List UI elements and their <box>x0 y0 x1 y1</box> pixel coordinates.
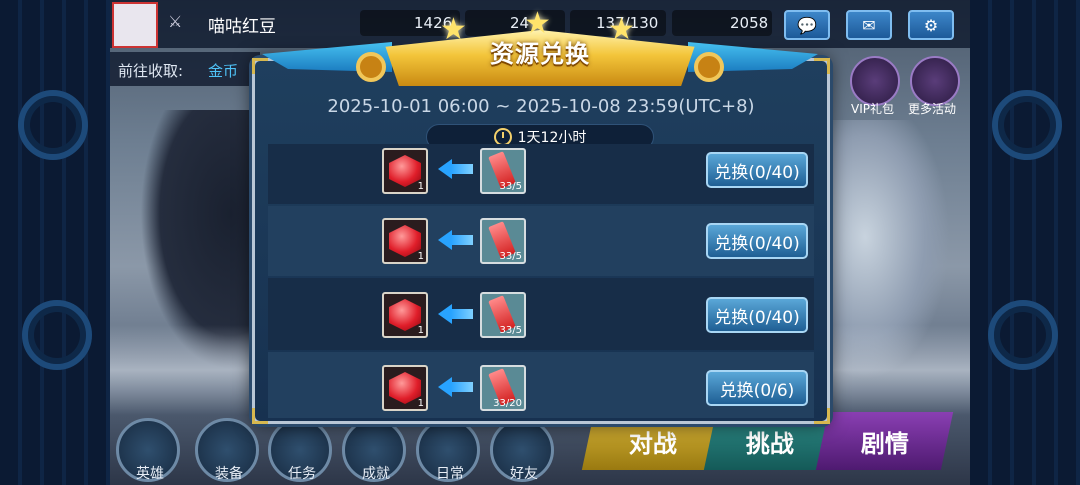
exchange-row: 1 33/5 兑换(0/40) <box>268 206 814 276</box>
dialog-title-banner: ★ ★ ★ 资源兑换 <box>262 6 818 100</box>
circuit-ring-decor <box>22 300 92 370</box>
cost-item[interactable]: 33/20 <box>480 365 526 411</box>
vip-gift-label: VIP礼包 <box>851 102 894 116</box>
reward-qty: 1 <box>417 398 424 409</box>
rank-wings-icon: ⚔ <box>168 12 183 31</box>
corner-decor <box>814 408 830 424</box>
nav-achievement-label: 成就 <box>362 466 390 482</box>
circuit-ring-decor <box>992 90 1062 160</box>
arrow-left-icon <box>438 230 474 250</box>
reward-qty: 1 <box>417 251 424 262</box>
red-gem-item[interactable]: 1 <box>382 218 428 264</box>
goto-collect-label: 前往收取: <box>118 62 184 80</box>
nav-friends-label: 好友 <box>510 466 538 482</box>
cost-qty: 33/20 <box>493 398 522 409</box>
exchange-button[interactable]: 兑换(0/40) <box>706 223 808 259</box>
exchange-row: 1 33/5 兑换(0/40) <box>268 278 814 350</box>
arrow-left-icon <box>438 377 474 397</box>
circuit-ring-decor <box>18 90 88 160</box>
exchange-row: 1 33/20 兑换(0/6) <box>268 352 814 418</box>
reward-qty: 1 <box>417 181 424 192</box>
nav-hero-label: 英雄 <box>136 466 164 482</box>
arrow-left-icon <box>438 304 474 324</box>
mail-button[interactable]: ✉ <box>846 10 892 40</box>
exchange-button[interactable]: 兑换(0/40) <box>706 297 808 333</box>
nav-quest-label: 任务 <box>288 466 316 482</box>
mail-icon: ✉ <box>862 15 876 35</box>
more-events-label: 更多活动 <box>908 102 957 116</box>
arrow-left-icon <box>438 159 474 179</box>
goto-collect-link[interactable]: 金币 <box>208 60 238 81</box>
red-gem-icon <box>389 155 421 187</box>
fight-label: 对战 <box>629 429 677 458</box>
nav-daily-label: 日常 <box>436 466 464 482</box>
left-decor-panel <box>0 0 110 485</box>
more-events-button[interactable] <box>910 56 960 106</box>
challenge-label: 挑战 <box>746 429 794 458</box>
cost-item[interactable]: 33/5 <box>480 292 526 338</box>
cost-qty: 33/5 <box>499 181 522 192</box>
exchange-button[interactable]: 兑换(0/6) <box>706 370 808 406</box>
settings-button[interactable]: ⚙ <box>908 10 954 40</box>
red-gem-item[interactable]: 1 <box>382 365 428 411</box>
corner-decor <box>252 408 268 424</box>
right-decor-panel <box>970 0 1080 485</box>
red-gem-icon <box>389 225 421 257</box>
reward-qty: 1 <box>417 325 424 336</box>
nav-equipment-label: 装备 <box>215 466 243 482</box>
cost-item[interactable]: 33/5 <box>480 148 526 194</box>
gear-icon: ⚙ <box>923 15 939 35</box>
red-gem-item[interactable]: 1 <box>382 148 428 194</box>
circuit-ring-decor <box>988 300 1058 370</box>
red-gem-icon <box>389 372 421 404</box>
dialog-title: 资源兑换 <box>490 40 590 68</box>
cost-qty: 33/5 <box>499 325 522 336</box>
cost-qty: 33/5 <box>499 251 522 262</box>
story-button[interactable]: 剧情 <box>815 412 954 470</box>
player-avatar[interactable] <box>112 2 158 48</box>
exchange-row: 1 33/5 兑换(0/40) <box>268 144 814 204</box>
exchange-button[interactable]: 兑换(0/40) <box>706 152 808 188</box>
red-gem-icon <box>389 299 421 331</box>
red-gem-item[interactable]: 1 <box>382 292 428 338</box>
cost-item[interactable]: 33/5 <box>480 218 526 264</box>
vip-gift-button[interactable] <box>850 56 900 106</box>
story-label: 剧情 <box>860 429 909 458</box>
